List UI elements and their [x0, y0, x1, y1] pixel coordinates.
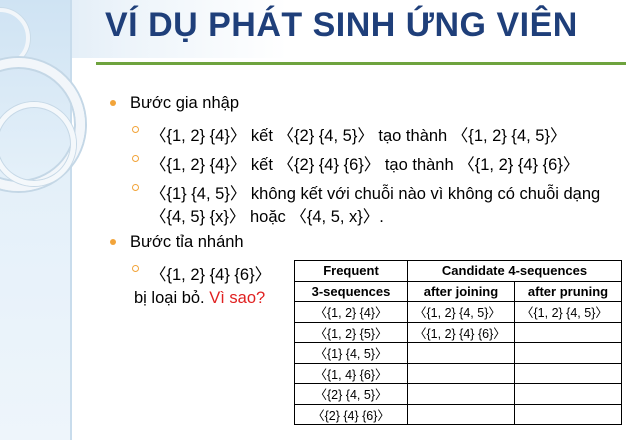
cell-pruning: [514, 383, 622, 405]
table-row: 〈{2} {4, 5}〉: [294, 383, 622, 405]
cell-frequent: 〈{1} {4, 5}〉: [294, 342, 408, 364]
table-row: 〈{1, 2} {4}〉 〈{1, 2} {4, 5}〉 〈{1, 2} {4,…: [294, 301, 622, 323]
header-after-pruning: after pruning: [514, 280, 622, 302]
bullet-join-example-2: 〈{1, 2} {4}〉 kết 〈{2} {4} {6}〉 tạo thành…: [131, 151, 579, 175]
prune-note-question: Vì sao?: [209, 289, 266, 307]
cell-joining: 〈{1, 2} {4} {6}〉: [407, 321, 515, 343]
cell-joining: [407, 362, 515, 384]
table-row: 〈{1, 4} {6}〉: [294, 362, 622, 384]
cell-pruning: [514, 362, 622, 384]
cell-frequent: 〈{2} {4} {6}〉: [294, 403, 408, 425]
cell-joining: [407, 342, 515, 364]
cell-pruning: [514, 342, 622, 364]
cell-frequent: 〈{1, 4} {6}〉: [294, 362, 408, 384]
table-row: 〈{2} {4} {6}〉: [294, 403, 622, 425]
cell-frequent: 〈{1, 2} {4}〉: [294, 301, 408, 323]
header-candidate: Candidate 4-sequences: [407, 260, 622, 282]
prune-note-text: bị loại bỏ.: [134, 289, 205, 307]
slide: VÍ DỤ PHÁT SINH ỨNG VIÊN Bước gia nhập 〈…: [0, 0, 638, 440]
cell-joining: 〈{1, 2} {4, 5}〉: [407, 301, 515, 323]
bullet-prune-step: Bước tỉa nhánh: [110, 233, 244, 251]
cell-frequent: 〈{2} {4, 5}〉: [294, 383, 408, 405]
cell-joining: [407, 403, 515, 425]
title-underline: [96, 62, 626, 65]
cell-pruning: 〈{1, 2} {4, 5}〉: [514, 301, 622, 323]
cell-pruning: [514, 403, 622, 425]
cell-joining: [407, 383, 515, 405]
cell-frequent: 〈{1, 2} {5}〉: [294, 321, 408, 343]
header-3-sequences: 3-sequences: [294, 280, 408, 302]
bullet-join-step: Bước gia nhập: [109, 94, 240, 112]
table-row: 〈{1, 2} {5}〉 〈{1, 2} {4} {6}〉: [294, 321, 622, 343]
header-after-joining: after joining: [407, 280, 515, 302]
bullet-prune-example: 〈{1, 2} {4} {6}〉: [131, 261, 271, 285]
prune-note: bị loại bỏ. Vì sao?: [134, 289, 265, 308]
left-band-edge: [70, 0, 72, 440]
cell-pruning: [514, 321, 622, 343]
bullet-join-example-3-cont: 〈{4, 5} {x}〉 hoặc 〈{4, 5, x}〉.: [150, 208, 384, 226]
bullet-join-example-1: 〈{1, 2} {4}〉 kết 〈{2} {4, 5}〉 tạo thành …: [131, 122, 566, 146]
header-frequent: Frequent: [294, 260, 408, 282]
table-row: 〈{1} {4, 5}〉: [294, 342, 622, 364]
slide-title: VÍ DỤ PHÁT SINH ỨNG VIÊN: [105, 6, 578, 44]
candidate-table: Frequent Candidate 4-sequences 3-sequenc…: [294, 260, 622, 425]
bullet-join-example-3: 〈{1} {4, 5}〉 không kết với chuỗi nào vì …: [131, 180, 600, 204]
